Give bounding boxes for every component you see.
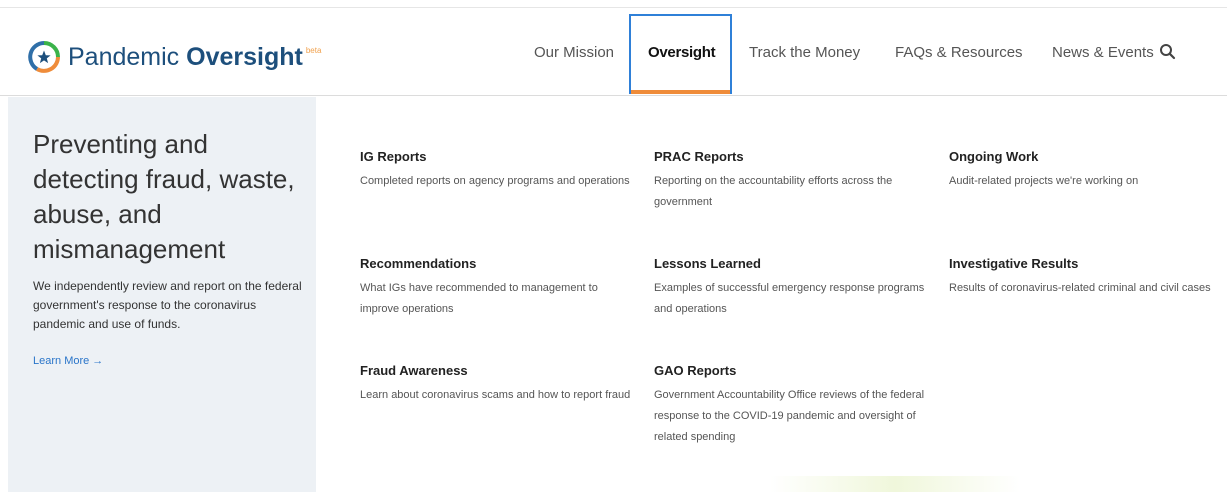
site-header: Pandemic Oversight beta Our Mission Overs… [0, 8, 1227, 96]
intro-heading: Preventing and detecting fraud, waste, a… [33, 129, 295, 264]
page-content-peek [770, 476, 1020, 492]
learn-more-link[interactable]: Learn More → [33, 355, 103, 367]
intro-description: We independently review and report on th… [33, 279, 302, 331]
menu-item-title: Lessons Learned [654, 256, 761, 271]
nav-our-mission[interactable]: Our Mission [534, 8, 614, 96]
menu-item-investigative-results[interactable]: Investigative Results Results of coronav… [949, 255, 1227, 299]
menu-item-recommendations[interactable]: Recommendations What IGs have recommende… [360, 255, 640, 320]
menu-item-description: Completed reports on agency programs and… [360, 175, 630, 187]
menu-item-gao-reports[interactable]: GAO Reports Government Accountability Of… [654, 362, 934, 448]
menu-item-prac-reports[interactable]: PRAC Reports Reporting on the accountabi… [654, 148, 934, 213]
menu-item-description: What IGs have recommended to management … [360, 282, 598, 315]
nav-oversight[interactable]: Oversight [648, 8, 716, 96]
nav-faqs-resources[interactable]: FAQs & Resources [895, 8, 1023, 96]
nav-track-the-money[interactable]: Track the Money [749, 8, 860, 96]
menu-item-description: Learn about coronavirus scams and how to… [360, 389, 631, 401]
menu-item-title: Ongoing Work [949, 149, 1039, 164]
main-nav: Our Mission Oversight Track the Money FA… [0, 8, 1227, 96]
menu-item-title: PRAC Reports [654, 149, 744, 164]
menu-item-title: IG Reports [360, 149, 427, 164]
menu-item-description: Audit-related projects we're working on [949, 175, 1139, 187]
menu-item-title: Fraud Awareness [360, 363, 468, 378]
menu-item-lessons-learned[interactable]: Lessons Learned Examples of successful e… [654, 255, 934, 320]
mega-menu-intro-panel: Preventing and detecting fraud, waste, a… [8, 97, 316, 492]
menu-item-title: Investigative Results [949, 256, 1079, 271]
menu-item-description: Results of coronavirus-related criminal … [949, 282, 1211, 294]
search-icon[interactable] [1158, 42, 1178, 62]
menu-item-description: Examples of successful emergency respons… [654, 282, 925, 315]
menu-item-title: GAO Reports [654, 363, 737, 378]
menu-item-ig-reports[interactable]: IG Reports Completed reports on agency p… [360, 148, 640, 192]
menu-item-description: Reporting on the accountability efforts … [654, 175, 893, 208]
menu-item-ongoing-work[interactable]: Ongoing Work Audit-related projects we'r… [949, 148, 1227, 192]
menu-item-title: Recommendations [360, 256, 477, 271]
menu-item-description: Government Accountability Office reviews… [654, 389, 925, 443]
menu-item-fraud-awareness[interactable]: Fraud Awareness Learn about coronavirus … [360, 362, 640, 406]
nav-news-events[interactable]: News & Events [1052, 8, 1154, 96]
